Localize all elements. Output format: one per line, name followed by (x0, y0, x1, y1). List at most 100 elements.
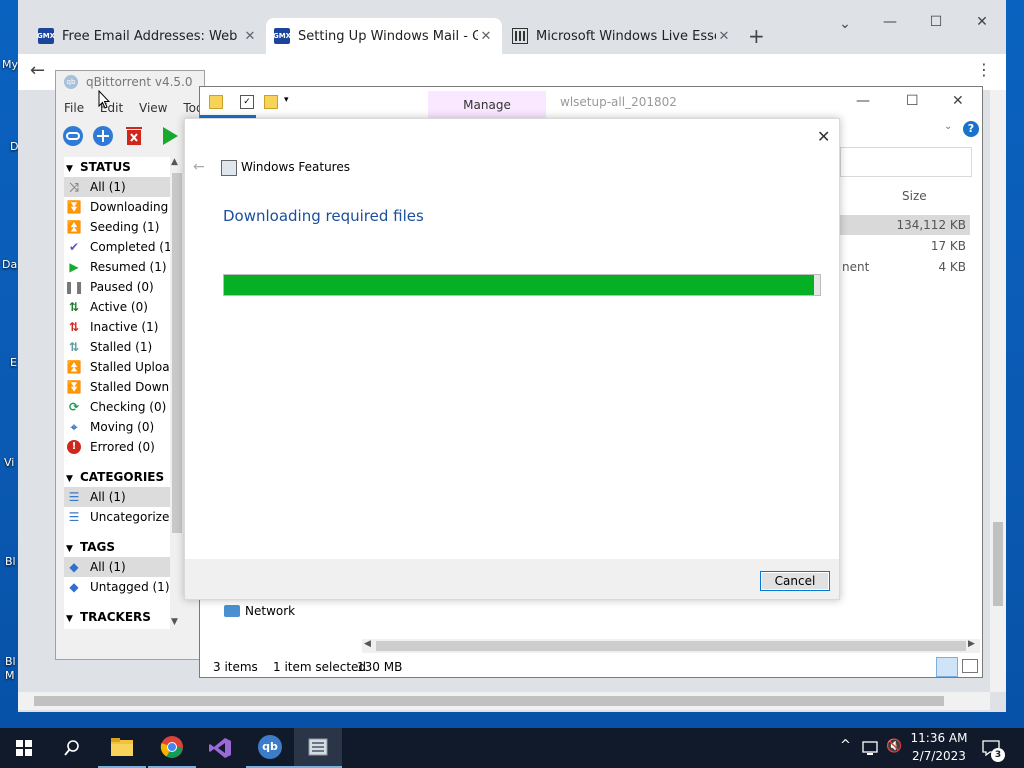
status-item-stalled-uploading[interactable]: ⏫Stalled Uploading (1) (64, 357, 170, 377)
search-box[interactable] (840, 147, 972, 177)
tag-item-all[interactable]: ◆ All (1) (64, 557, 170, 577)
status-item-stalled[interactable]: ⇅ Stalled (1) (64, 337, 170, 357)
close-icon[interactable]: ✕ (478, 29, 494, 44)
tab-search-icon[interactable]: ⌄ (822, 16, 868, 32)
status-item-downloading[interactable]: ⏬Downloading (0) (64, 197, 170, 217)
browser-tab[interactable]: GMX Free Email Addresses: Web based ✕ (30, 18, 266, 54)
minimize-icon[interactable]: — (856, 93, 870, 109)
status-item-paused[interactable]: ❚❚ Paused (0) (64, 277, 170, 297)
horizontal-scrollbar[interactable]: ◀ ▶ (362, 639, 980, 653)
double-up-light-icon: ⏫ (66, 360, 82, 374)
menu-view[interactable]: View (139, 101, 167, 115)
scroll-right-icon[interactable]: ▶ (968, 639, 975, 649)
maximize-icon[interactable]: ☐ (913, 14, 959, 30)
taskbar-file-explorer[interactable] (98, 728, 146, 768)
add-torrent-icon[interactable] (92, 125, 114, 150)
new-tab-button[interactable]: + (748, 24, 765, 48)
sidebar-scrollbar[interactable]: ▲ ▼ (170, 157, 184, 629)
scroll-thumb[interactable] (172, 173, 182, 533)
scroll-left-icon[interactable]: ◀ (364, 639, 371, 649)
desktop-icon-label[interactable]: My (2, 58, 18, 71)
status-item-all[interactable]: ⤨ All (1) (64, 177, 170, 197)
status-item-active[interactable]: ⇅ Active (0) (64, 297, 170, 317)
minimize-icon[interactable]: — (867, 14, 913, 30)
back-arrow-icon[interactable]: ← (193, 159, 205, 175)
vertical-scrollbar[interactable] (990, 90, 1006, 692)
close-icon[interactable]: ✕ (242, 29, 258, 44)
status-section-header[interactable]: ▼ STATUS (64, 157, 170, 177)
clock-time[interactable]: 11:36 AM (910, 731, 968, 745)
status-item-inactive[interactable]: ⇅ Inactive (1) (64, 317, 170, 337)
desktop-icon-label[interactable]: Da (2, 258, 17, 271)
properties-icon[interactable]: ✓ (240, 95, 254, 109)
tab-title: Setting Up Windows Mail - GMX (298, 28, 478, 44)
windows-logo-icon (16, 740, 32, 756)
cancel-button[interactable]: Cancel (760, 571, 830, 591)
customize-toolbar-icon[interactable]: ▾ (284, 95, 289, 105)
scroll-down-icon[interactable]: ▼ (171, 617, 178, 627)
taskbar-windows-features[interactable] (294, 728, 342, 768)
details-view-icon[interactable] (936, 657, 958, 677)
scroll-up-icon[interactable]: ▲ (171, 157, 178, 167)
browser-tab-active[interactable]: GMX Setting Up Windows Mail - GMX ✕ (266, 18, 502, 54)
network-icon[interactable] (862, 740, 880, 759)
error-icon: ! (66, 439, 82, 455)
status-item-completed[interactable]: ✔ Completed (1) (64, 237, 170, 257)
status-item-errored[interactable]: ! Errored (0) (64, 437, 170, 457)
categories-section-header[interactable]: ▼ CATEGORIES (64, 467, 170, 487)
scroll-thumb[interactable] (376, 641, 966, 651)
category-item-all[interactable]: ☰ All (1) (64, 487, 170, 507)
tag-item-untagged[interactable]: ◆ Untagged (1) (64, 577, 170, 597)
desktop-icon-label[interactable]: Bl (5, 655, 16, 668)
trackers-section-header[interactable]: ▼ TRACKERS (64, 607, 170, 627)
back-arrow-icon[interactable]: ← (30, 60, 45, 81)
delete-torrent-icon[interactable] (123, 125, 145, 150)
menu-bar: File Edit View Tools (64, 101, 204, 115)
desktop-icon-label[interactable]: Vi (4, 456, 14, 469)
scroll-thumb[interactable] (993, 522, 1003, 606)
menu-file[interactable]: File (64, 101, 84, 115)
maximize-icon[interactable]: ☐ (906, 93, 919, 109)
expand-ribbon-icon[interactable]: ⌄ (944, 121, 952, 132)
status-item-resumed[interactable]: ▶ Resumed (1) (64, 257, 170, 277)
start-button[interactable] (0, 728, 48, 768)
column-header-size[interactable]: Size (902, 189, 927, 203)
desktop-icon-label[interactable]: M (5, 669, 15, 682)
scroll-thumb[interactable] (34, 696, 944, 706)
taskbar-chrome[interactable] (148, 728, 196, 768)
close-window-icon[interactable]: ✕ (952, 93, 964, 109)
status-item-moving[interactable]: ⌖ Moving (0) (64, 417, 170, 437)
file-size: 17 KB (930, 239, 966, 253)
status-item-stalled-downloading[interactable]: ⏬Stalled Downloading (0) (64, 377, 170, 397)
folder-icon[interactable] (209, 95, 223, 109)
taskbar-qbittorrent[interactable]: qb (246, 728, 294, 768)
desktop-icon-label[interactable]: E (10, 356, 17, 369)
ribbon-tab-manage[interactable]: Manage (428, 91, 546, 119)
desktop-icon-label[interactable]: Bl (5, 555, 16, 568)
target-icon: ⌖ (70, 420, 78, 434)
dialog-footer (185, 559, 839, 599)
taskbar-visual-studio[interactable] (196, 728, 244, 768)
close-window-icon[interactable]: ✕ (959, 14, 1005, 30)
add-torrent-link-icon[interactable] (62, 125, 84, 150)
close-dialog-icon[interactable]: ✕ (817, 127, 830, 146)
help-icon[interactable]: ? (963, 121, 979, 137)
search-button[interactable] (48, 728, 96, 768)
shuffle-icon: ⤨ (69, 180, 79, 194)
tags-section-header[interactable]: ▼ TAGS (64, 537, 170, 557)
category-item-uncategorized[interactable]: ☰Uncategorized (1) (64, 507, 170, 527)
volume-icon[interactable]: 🔇 (886, 739, 902, 754)
status-item-seeding[interactable]: ⏫ Seeding (1) (64, 217, 170, 237)
show-hidden-icons-icon[interactable]: ^ (840, 738, 851, 753)
new-folder-icon[interactable] (264, 95, 278, 109)
resume-icon[interactable] (160, 125, 180, 150)
visual-studio-icon (209, 738, 231, 758)
close-icon[interactable]: ✕ (716, 29, 732, 44)
kebab-menu-icon[interactable]: ⋮ (976, 60, 992, 79)
browser-tab[interactable]: Microsoft Windows Live Essentials ✕ (504, 18, 740, 54)
large-icons-view-icon[interactable] (962, 659, 978, 673)
clock-date[interactable]: 2/7/2023 (910, 749, 968, 763)
nav-network[interactable]: Network (245, 604, 295, 618)
horizontal-scrollbar[interactable] (18, 692, 990, 710)
status-item-checking[interactable]: ⟳ Checking (0) (64, 397, 170, 417)
